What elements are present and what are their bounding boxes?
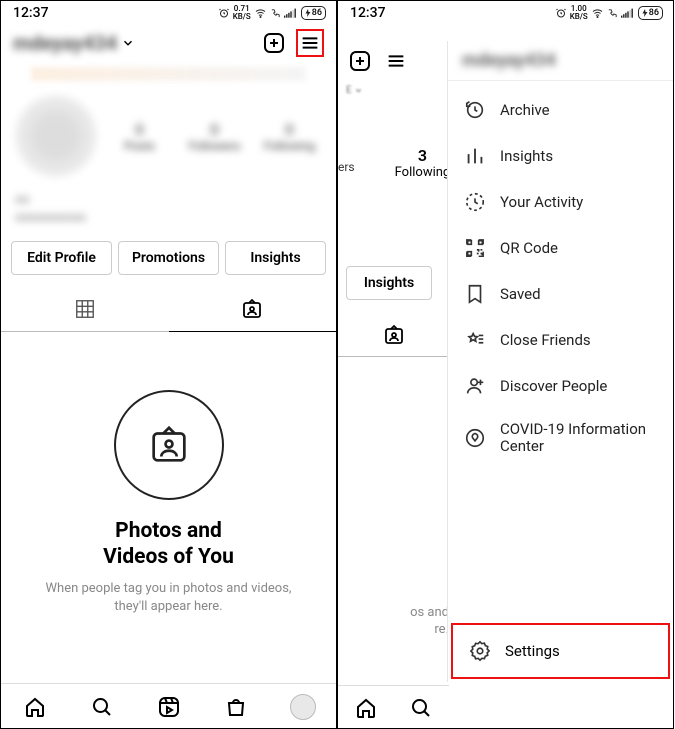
bottom-nav xyxy=(338,685,449,728)
drawer-items: Archive Insights Your Activity QR Code S… xyxy=(448,81,673,623)
drawer-item-covid[interactable]: COVID-19 Information Center xyxy=(448,409,673,467)
shop-icon xyxy=(224,695,248,719)
account-mini[interactable]: E xyxy=(338,85,449,96)
volte-icon xyxy=(270,8,281,19)
create-button[interactable] xyxy=(260,29,288,57)
signal-icon xyxy=(284,8,298,19)
discover-icon xyxy=(464,375,486,397)
empty-subtitle: When people tag you in photos and videos… xyxy=(1,580,336,616)
status-time: 12:37 xyxy=(13,5,49,21)
signal-icon xyxy=(621,8,635,19)
tab-tagged[interactable] xyxy=(169,287,337,332)
insights-button[interactable]: Insights xyxy=(225,241,326,275)
alarm-icon xyxy=(555,7,567,19)
nav-home[interactable] xyxy=(338,696,394,720)
drawer-item-discover[interactable]: Discover People xyxy=(448,363,673,409)
create-button[interactable] xyxy=(346,47,374,75)
wifi-icon xyxy=(254,7,267,19)
profile-button-row: Edit Profile Promotions Insights xyxy=(1,241,336,287)
qr-icon xyxy=(464,237,486,259)
avatar[interactable] xyxy=(15,95,97,177)
volte-icon xyxy=(607,8,618,19)
tab-grid[interactable] xyxy=(1,287,169,331)
archive-icon xyxy=(464,99,486,121)
screen-right: 12:37 1.00KB/S 86 E ers 3Following Insig… xyxy=(337,0,674,729)
activity-icon xyxy=(464,191,486,213)
status-bar: 12:37 0.71KB/S 86 xyxy=(1,1,336,23)
drawer-item-archive[interactable]: Archive xyxy=(448,87,673,133)
grid-icon xyxy=(74,298,96,320)
banner-blur xyxy=(31,67,306,81)
chevron-down-icon xyxy=(354,86,363,95)
empty-subtitle-partial: os and re. xyxy=(338,357,449,637)
settings-icon xyxy=(469,640,491,662)
search-icon xyxy=(90,695,114,719)
reels-icon xyxy=(157,695,181,719)
wifi-icon xyxy=(591,7,604,19)
chevron-down-icon xyxy=(121,36,135,50)
stat-following[interactable]: 3Following xyxy=(355,96,451,180)
nav-search[interactable] xyxy=(394,696,450,720)
empty-title: Photos andVideos of You xyxy=(103,518,234,570)
tab-tagged[interactable] xyxy=(338,313,449,357)
status-right: 1.00KB/S 86 xyxy=(555,5,663,21)
covid-icon xyxy=(464,427,486,449)
nav-shop[interactable] xyxy=(202,694,269,720)
tagged-icon xyxy=(382,323,406,347)
stat-followers[interactable]: 0Followers xyxy=(182,120,247,153)
profile-stats-row: 0Posts 0Followers 0Following xyxy=(1,87,336,185)
status-bar: 12:37 1.00KB/S 86 xyxy=(338,1,673,23)
profile-header: mdeyay434 xyxy=(1,23,336,67)
username-dropdown[interactable]: mdeyay434 xyxy=(13,31,135,55)
bio-blur: aaaaaaaaaaaa xyxy=(15,191,322,227)
empty-state: Photos andVideos of You When people tag … xyxy=(1,332,336,683)
stat-following[interactable]: 0Following xyxy=(257,120,322,153)
drawer-item-qr[interactable]: QR Code xyxy=(448,225,673,271)
profile-avatar-icon xyxy=(290,694,316,720)
screen-right-background: E ers 3Following Insights os and re. xyxy=(338,41,449,728)
status-kbs: 0.71KB/S xyxy=(233,5,251,21)
nav-home[interactable] xyxy=(1,694,68,720)
tagged-icon xyxy=(240,297,264,321)
nav-reels[interactable] xyxy=(135,694,202,720)
insights-button[interactable]: Insights xyxy=(346,266,432,300)
home-icon xyxy=(354,696,378,720)
home-icon xyxy=(23,695,47,719)
close-friends-icon xyxy=(464,329,486,351)
menu-button[interactable] xyxy=(296,29,324,57)
drawer-item-close-friends[interactable]: Close Friends xyxy=(448,317,673,363)
bottom-nav xyxy=(1,683,336,728)
drawer-item-settings[interactable]: Settings xyxy=(451,623,670,679)
drawer-item-saved[interactable]: Saved xyxy=(448,271,673,317)
saved-icon xyxy=(464,283,486,305)
empty-icon xyxy=(114,390,224,500)
nav-search[interactable] xyxy=(68,694,135,720)
screen-left: 12:37 0.71KB/S 86 mdeyay434 0Posts 0Foll… xyxy=(0,0,337,729)
search-icon xyxy=(409,696,433,720)
battery-icon: 86 xyxy=(301,6,326,20)
stat-posts[interactable]: 0Posts xyxy=(107,120,172,153)
status-time: 12:37 xyxy=(350,5,386,21)
promotions-button[interactable]: Promotions xyxy=(118,241,219,275)
profile-button-row: Insights xyxy=(338,266,449,300)
insights-icon xyxy=(464,145,486,167)
stat-followers-partial[interactable]: ers xyxy=(338,96,355,180)
drawer-item-activity[interactable]: Your Activity xyxy=(448,179,673,225)
side-drawer: mdeyay434 Archive Insights Your Activity… xyxy=(447,41,673,682)
menu-button[interactable] xyxy=(382,47,410,75)
drawer-item-insights[interactable]: Insights xyxy=(448,133,673,179)
status-right: 0.71KB/S 86 xyxy=(218,5,326,21)
profile-tabs xyxy=(1,287,336,332)
edit-profile-button[interactable]: Edit Profile xyxy=(11,241,112,275)
nav-profile[interactable] xyxy=(269,694,336,720)
alarm-icon xyxy=(218,7,230,19)
drawer-header: mdeyay434 xyxy=(448,41,673,81)
battery-icon: 86 xyxy=(638,6,663,20)
status-kbs: 1.00KB/S xyxy=(570,5,588,21)
